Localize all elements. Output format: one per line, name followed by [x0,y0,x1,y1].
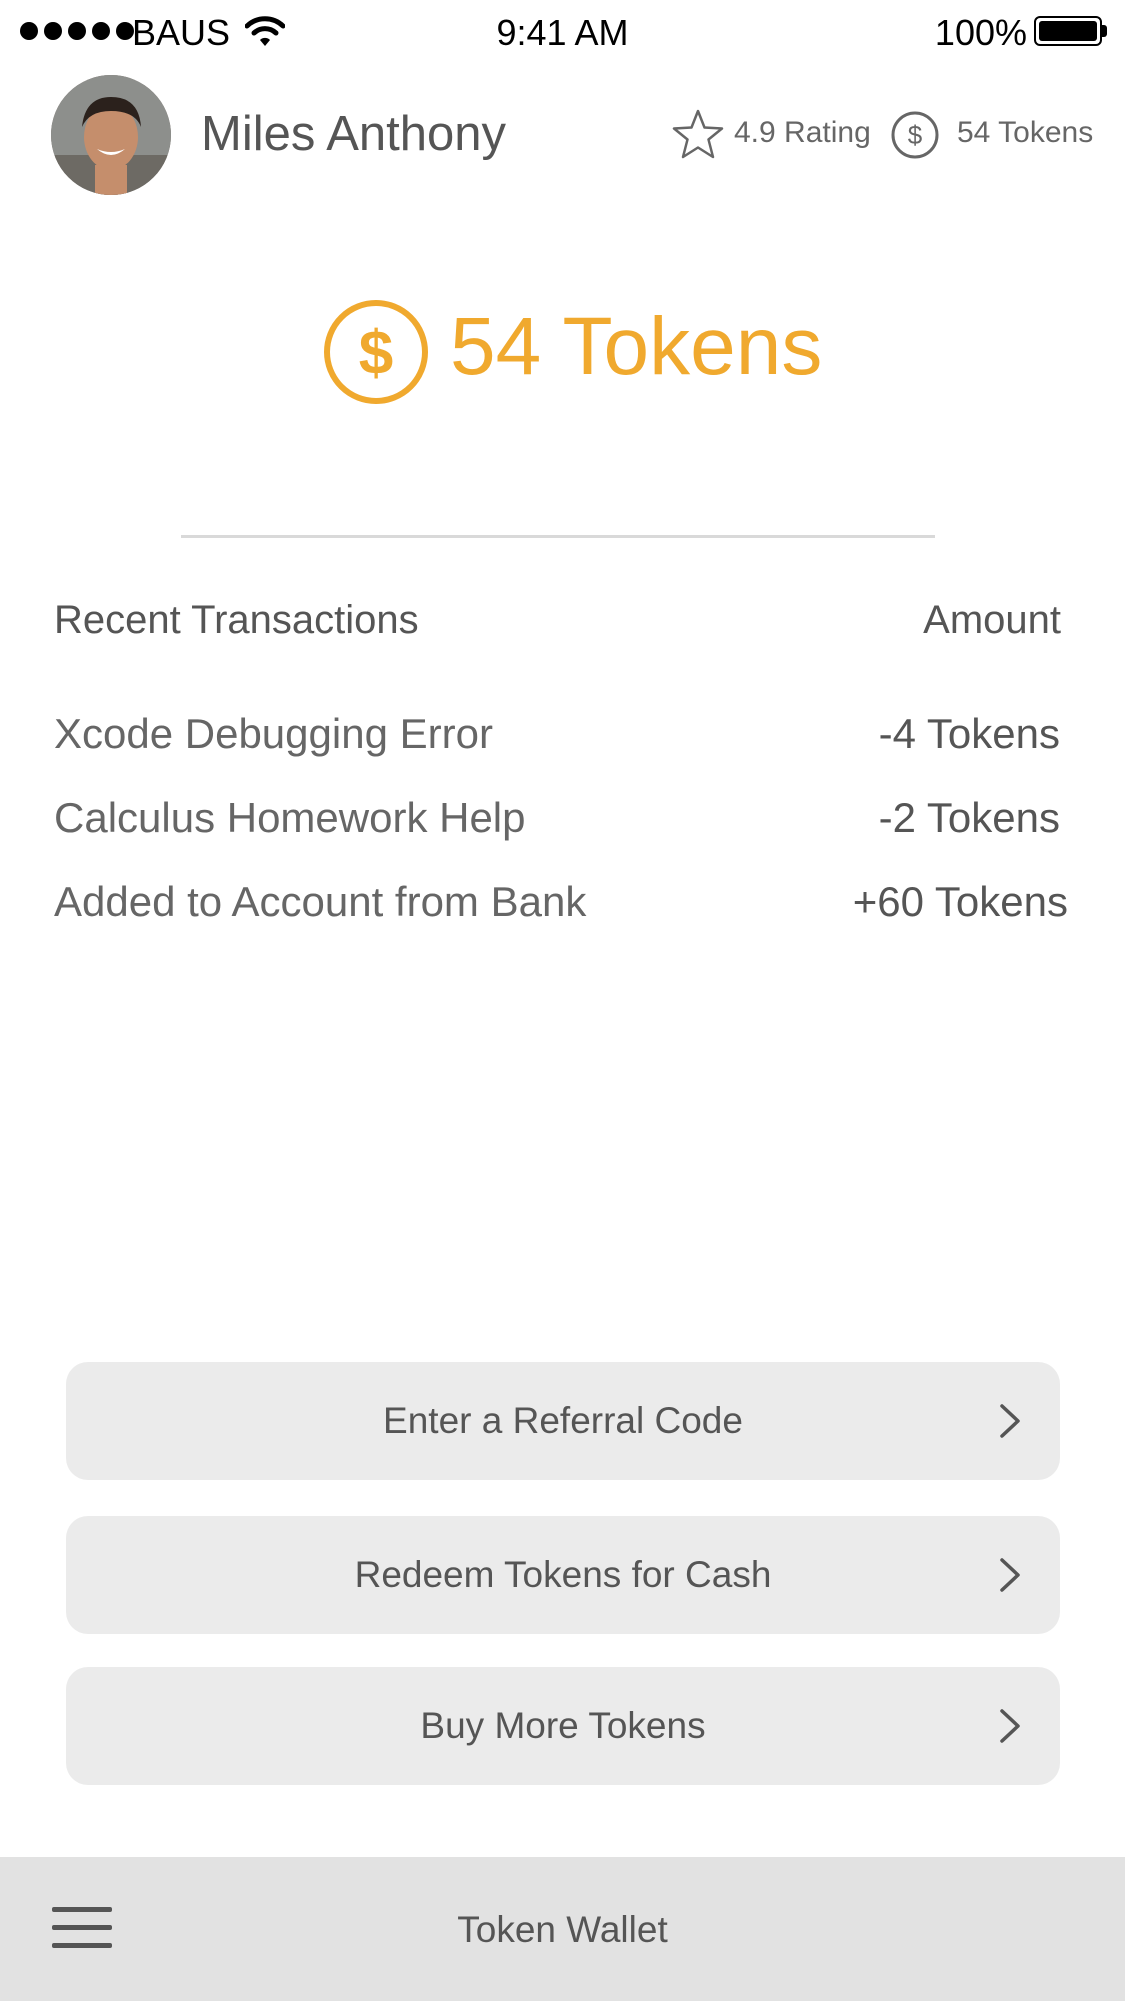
user-name: Miles Anthony [201,107,507,161]
bottom-bar: Token Wallet [0,1857,1125,2001]
button-label: Enter a Referral Code [383,1400,743,1441]
dollar-coin-icon: $ [324,300,428,404]
button-label: Redeem Tokens for Cash [354,1554,772,1595]
battery-icon [1034,16,1108,46]
transaction-amount: -4 Tokens [878,710,1060,757]
transactions-header: Recent Transactions [54,598,419,642]
transaction-row[interactable]: Calculus Homework Help -2 Tokens [54,794,1068,850]
transaction-description: Added to Account from Bank [54,878,587,925]
rating-label: 4.9 Rating [734,116,871,149]
transaction-description: Calculus Homework Help [54,794,526,841]
status-bar: BAUS 9:41 AM 100% [0,0,1125,68]
svg-text:$: $ [908,120,923,150]
avatar-image [51,75,171,195]
screen-title: Token Wallet [457,1909,668,1950]
token-balance: 54 Tokens [450,301,823,392]
redeem-tokens-button[interactable]: Redeem Tokens for Cash [66,1516,1060,1634]
divider [181,535,935,538]
avatar[interactable] [51,75,171,195]
buy-more-tokens-button[interactable]: Buy More Tokens [66,1667,1060,1785]
enter-referral-code-button[interactable]: Enter a Referral Code [66,1362,1060,1480]
header-token-balance: 54 Tokens [957,116,1094,149]
chevron-right-icon [1000,1404,1020,1438]
transaction-row[interactable]: Xcode Debugging Error -4 Tokens [54,710,1068,766]
star-icon [672,109,724,159]
chevron-right-icon [1000,1709,1020,1743]
transaction-amount: +60 Tokens [852,878,1068,925]
button-label: Buy More Tokens [420,1705,706,1746]
transaction-description: Xcode Debugging Error [54,710,493,757]
dollar-coin-icon: $ [891,111,939,159]
chevron-right-icon [1000,1558,1020,1592]
transaction-amount: -2 Tokens [878,794,1060,841]
amount-header: Amount [923,598,1061,642]
battery-percentage: 100% [934,12,1027,53]
transaction-row[interactable]: Added to Account from Bank +60 Tokens [54,878,1068,934]
svg-text:$: $ [359,319,393,388]
